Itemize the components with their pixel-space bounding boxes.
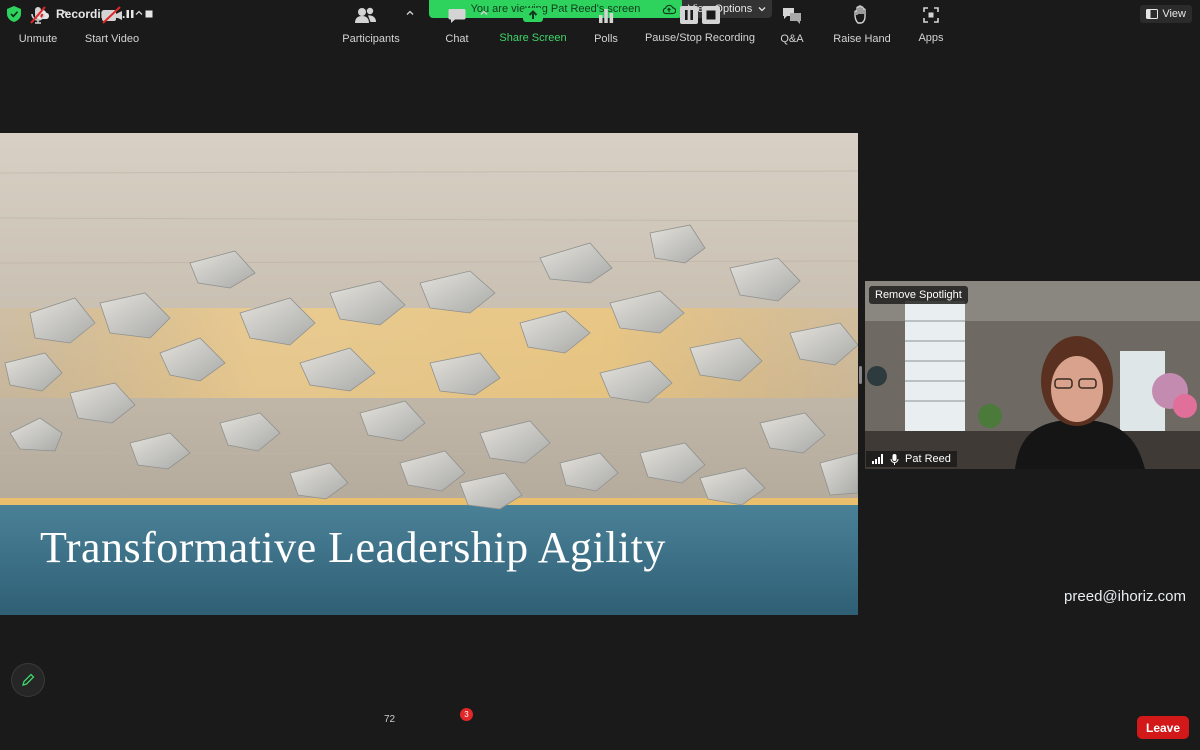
start-video-button[interactable]: Start Video [82,0,142,45]
share-screen-button[interactable]: Share Screen [499,0,567,44]
qa-button[interactable]: Q&A [778,0,806,45]
chevron-down-icon [758,7,766,12]
signal-strength-icon [872,454,883,464]
leave-button[interactable]: Leave [1137,716,1189,739]
stop-icon [145,10,153,18]
unmute-button[interactable]: Unmute [12,0,64,45]
apps-icon [923,6,939,23]
pause-stop-recording-label: Pause/Stop Recording [644,32,756,44]
slide-title: Transformative Leadership Agility [40,523,666,572]
qa-label: Q&A [780,33,804,45]
view-label: View [1162,8,1186,20]
share-screen-label: Share Screen [499,32,567,44]
meeting-toolbar [0,706,1200,750]
polls-label: Polls [594,33,618,45]
microphone-muted-icon [30,6,46,24]
view-layout-icon [1146,9,1159,19]
chat-unread-badge: 3 [460,708,473,721]
bar-chart-icon [599,9,614,23]
participants-label: Participants [342,33,400,45]
chat-bubble-icon [448,9,466,23]
pencil-icon [22,673,35,686]
participant-video [865,281,1200,469]
remove-spotlight-button[interactable]: Remove Spotlight [869,286,968,304]
polls-button[interactable]: Polls [590,0,622,45]
participants-count: 72 [384,714,396,725]
annotate-button[interactable] [11,663,45,697]
participant-name-tag: Pat Reed [866,451,957,467]
raise-hand-icon [854,5,866,24]
audio-options-caret[interactable] [61,10,69,16]
share-options-caret[interactable] [558,10,566,16]
chat-label: Chat [445,33,469,45]
stop-icon [702,5,720,24]
share-screen-icon [523,7,543,22]
apps-label: Apps [918,32,944,44]
chat-options-caret[interactable] [480,10,488,16]
microphone-icon [890,453,899,465]
pause-icon [680,5,698,24]
start-video-label: Start Video [84,33,140,45]
unmute-label: Unmute [18,33,58,45]
slide-email: preed@ihoriz.com [1064,588,1186,605]
resize-handle[interactable] [859,366,862,384]
participants-button[interactable]: Participants [340,0,402,45]
pause-stop-recording-button[interactable]: Pause/Stop Recording [644,0,756,44]
raise-hand-button[interactable]: Raise Hand [833,0,891,45]
stop-recording-button[interactable] [141,6,157,22]
chat-button[interactable]: Chat [440,0,474,45]
apps-button[interactable]: Apps [916,0,946,44]
participant-video-tile[interactable] [865,281,1200,469]
participant-name: Pat Reed [905,453,951,465]
video-options-caret[interactable] [135,10,143,16]
participants-icon [355,7,376,23]
raise-hand-label: Raise Hand [833,33,891,45]
video-camera-muted-icon [102,6,122,24]
participants-options-caret[interactable] [406,10,414,16]
qa-bubbles-icon [783,8,801,24]
view-button[interactable]: View [1140,5,1192,23]
